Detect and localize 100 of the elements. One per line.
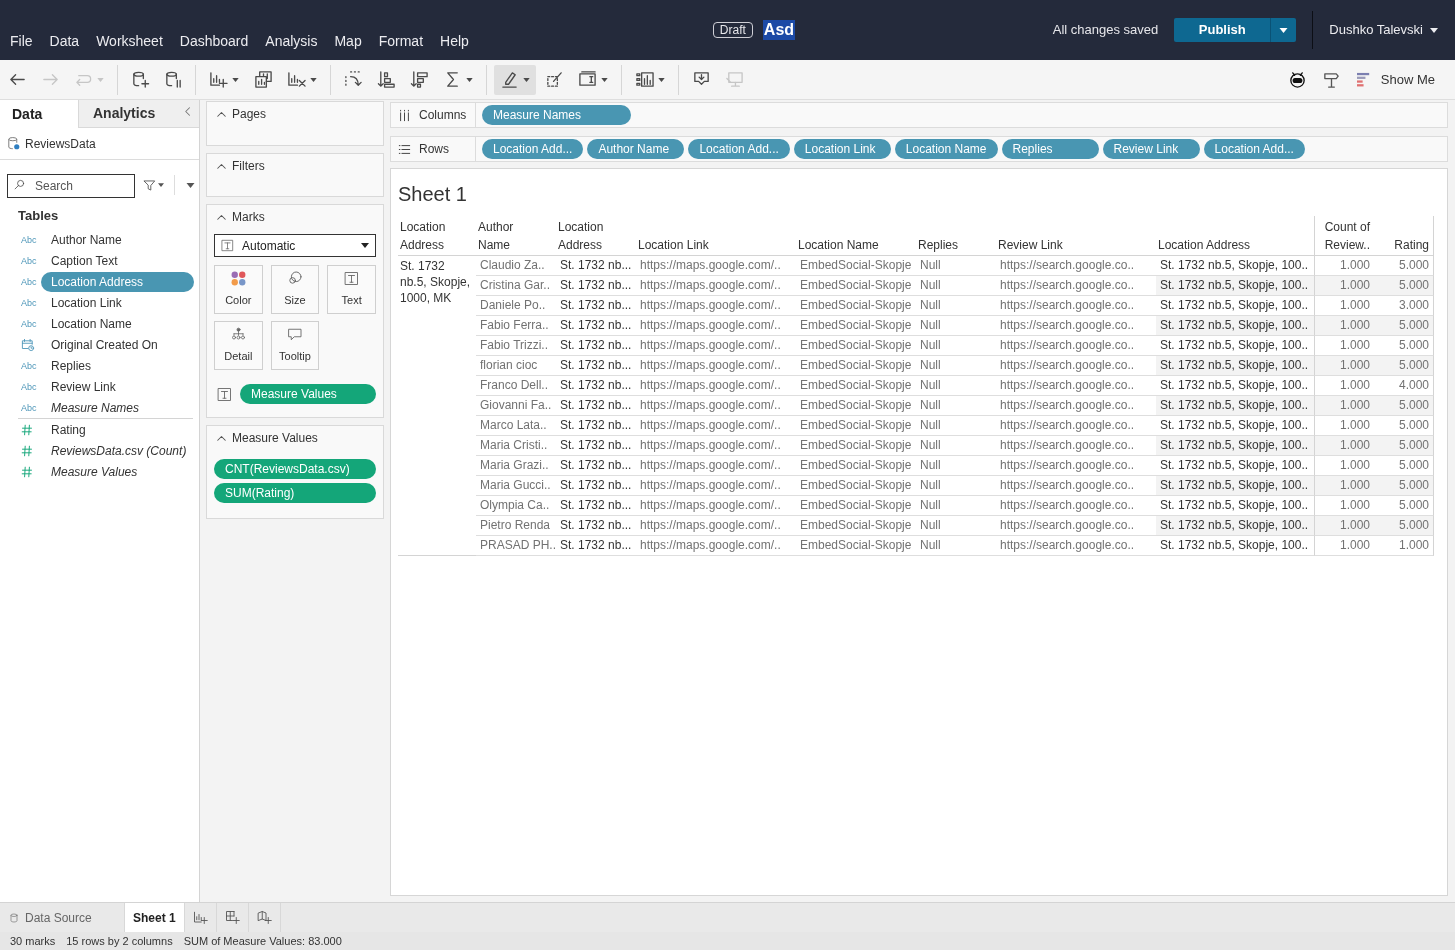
table-cell: https://search.google.co..	[996, 256, 1156, 276]
type-label: Abc	[21, 234, 37, 245]
workbook-name[interactable]: Asd	[762, 20, 796, 40]
pane-tab[interactable]: Analytics	[78, 100, 176, 128]
table-cell: 5.000	[1374, 396, 1434, 416]
column-header: Location Name	[796, 216, 916, 256]
field-item[interactable]: Author Name	[41, 229, 194, 250]
table-cell: EmbedSocial-Skopje	[796, 456, 916, 476]
mark-property-button[interactable]: Detail	[214, 321, 263, 370]
table-cell: Null	[916, 476, 996, 496]
table-cell: https://maps.google.com/..	[636, 296, 796, 316]
search-icon	[14, 179, 25, 190]
status-text: 15 rows by 2 columns	[66, 933, 173, 949]
column-header: Count of Review..	[1314, 216, 1374, 256]
highlight-button[interactable]	[494, 64, 536, 95]
table-cell: Franco Dell..	[476, 376, 556, 396]
field-item[interactable]: Measure Values	[41, 461, 194, 482]
bar-chart-icon	[635, 70, 654, 89]
hierarchy-dots-icon	[230, 326, 246, 342]
calendar-clock-icon	[21, 337, 35, 352]
column-header: Review Link	[996, 216, 1156, 256]
user-menu[interactable]: Dushko Talevski	[1329, 20, 1438, 40]
chart-x-icon	[287, 70, 306, 89]
mark-property-button[interactable]: Text	[327, 265, 376, 314]
mark-property-button[interactable]: Size	[270, 265, 320, 314]
table-cell: florian cioc	[476, 356, 556, 376]
show-me-button[interactable]: Show Me	[1352, 65, 1435, 94]
chart-plus-icon	[192, 910, 208, 925]
swap-axes-icon	[343, 70, 363, 89]
table-cell: 1.000	[1314, 276, 1374, 296]
table-cell: Null	[916, 536, 996, 556]
caret-icon	[361, 243, 369, 248]
table-cell: Cristina Gar..	[476, 276, 556, 296]
sort-descending-icon	[409, 70, 429, 89]
table-cell: https://search.google.co..	[996, 536, 1156, 556]
table-cell: Marco Lata..	[476, 416, 556, 436]
publish-button[interactable]: Publish	[1174, 18, 1271, 42]
table-cell: https://maps.google.com/..	[636, 276, 796, 296]
table-cell: https://search.google.co..	[996, 416, 1156, 436]
menu-item[interactable]: Dashboard	[179, 32, 249, 50]
field-item[interactable]: Location Link	[41, 292, 194, 313]
caret-icon	[97, 77, 104, 82]
table-cell: Null	[916, 496, 996, 516]
chevron-up-icon[interactable]	[217, 111, 226, 117]
table-cell: St. 1732 nb...	[556, 396, 636, 416]
field-item[interactable]: Rating	[41, 419, 194, 440]
table-cell: https://search.google.co..	[996, 376, 1156, 396]
table-cell: St. 1732 nb.5, Skopje, 100..	[1156, 516, 1314, 536]
speech-bubble-icon	[287, 326, 303, 342]
mark-property-button[interactable]: Tooltip	[270, 321, 320, 370]
chevron-up-icon[interactable]	[217, 163, 226, 169]
menu-item[interactable]: File	[10, 32, 33, 50]
menu-item[interactable]: Map	[334, 32, 362, 50]
table-cell: Null	[916, 296, 996, 316]
chevron-up-icon[interactable]	[217, 214, 226, 220]
table-cell: 1.000	[1314, 516, 1374, 536]
field-item[interactable]: ReviewsData.csv (Count)	[41, 440, 194, 461]
table-cell: EmbedSocial-Skopje	[796, 276, 916, 296]
data-source-name[interactable]: ReviewsData	[25, 134, 96, 153]
signpost-icon	[1322, 70, 1342, 89]
menu-item[interactable]: Data	[49, 32, 80, 50]
table-cell: https://maps.google.com/..	[636, 456, 796, 476]
mark-type-dropdown[interactable]: Automatic	[214, 234, 376, 257]
table-cell: https://maps.google.com/..	[636, 436, 796, 456]
table-cell: https://maps.google.com/..	[636, 536, 796, 556]
field-item[interactable]: Replies	[41, 355, 194, 376]
table-cell: https://maps.google.com/..	[636, 356, 796, 376]
card-title: Marks	[232, 209, 265, 226]
table-cell: St. 1732 nb...	[556, 336, 636, 356]
field-item[interactable]: Location Name	[41, 313, 194, 334]
menu-item[interactable]: Format	[378, 32, 424, 50]
search-field[interactable]: Search	[7, 174, 135, 198]
funnel-icon	[143, 178, 156, 192]
columns-icon	[398, 108, 411, 122]
table-cell: St. 1732 nb...	[556, 276, 636, 296]
menu-item[interactable]: Analysis	[265, 32, 318, 50]
mark-property-button[interactable]: Color	[214, 265, 263, 314]
field-item[interactable]: Original Created On	[41, 334, 194, 355]
table-cell: EmbedSocial-Skopje	[796, 376, 916, 396]
database-pause-icon	[163, 70, 183, 89]
type-label: Abc	[21, 255, 37, 266]
table-cell: 1.000	[1314, 536, 1374, 556]
table-cell: https://maps.google.com/..	[636, 396, 796, 416]
table-cell: 1.000	[1314, 396, 1374, 416]
table-cell: St. 1732 nb...	[556, 416, 636, 436]
sheet-tab[interactable]: Sheet 1	[125, 903, 185, 932]
column-header: Location Address	[556, 216, 636, 256]
table-cell: https://maps.google.com/..	[636, 416, 796, 436]
menu-item[interactable]: Worksheet	[96, 32, 163, 50]
status-text: 30 marks	[10, 933, 56, 949]
save-status: All changes saved	[1052, 21, 1159, 40]
menu-item[interactable]: Help	[440, 32, 469, 50]
field-item[interactable]: Caption Text	[41, 250, 194, 271]
caret-icon	[232, 77, 239, 82]
field-item[interactable]: Measure Names	[41, 397, 194, 418]
field-item[interactable]: Review Link	[41, 376, 194, 397]
table-cell: Null	[916, 436, 996, 456]
publish-menu-button[interactable]	[1270, 18, 1297, 42]
caret-icon	[1430, 27, 1438, 33]
chevron-up-icon[interactable]	[217, 435, 226, 441]
